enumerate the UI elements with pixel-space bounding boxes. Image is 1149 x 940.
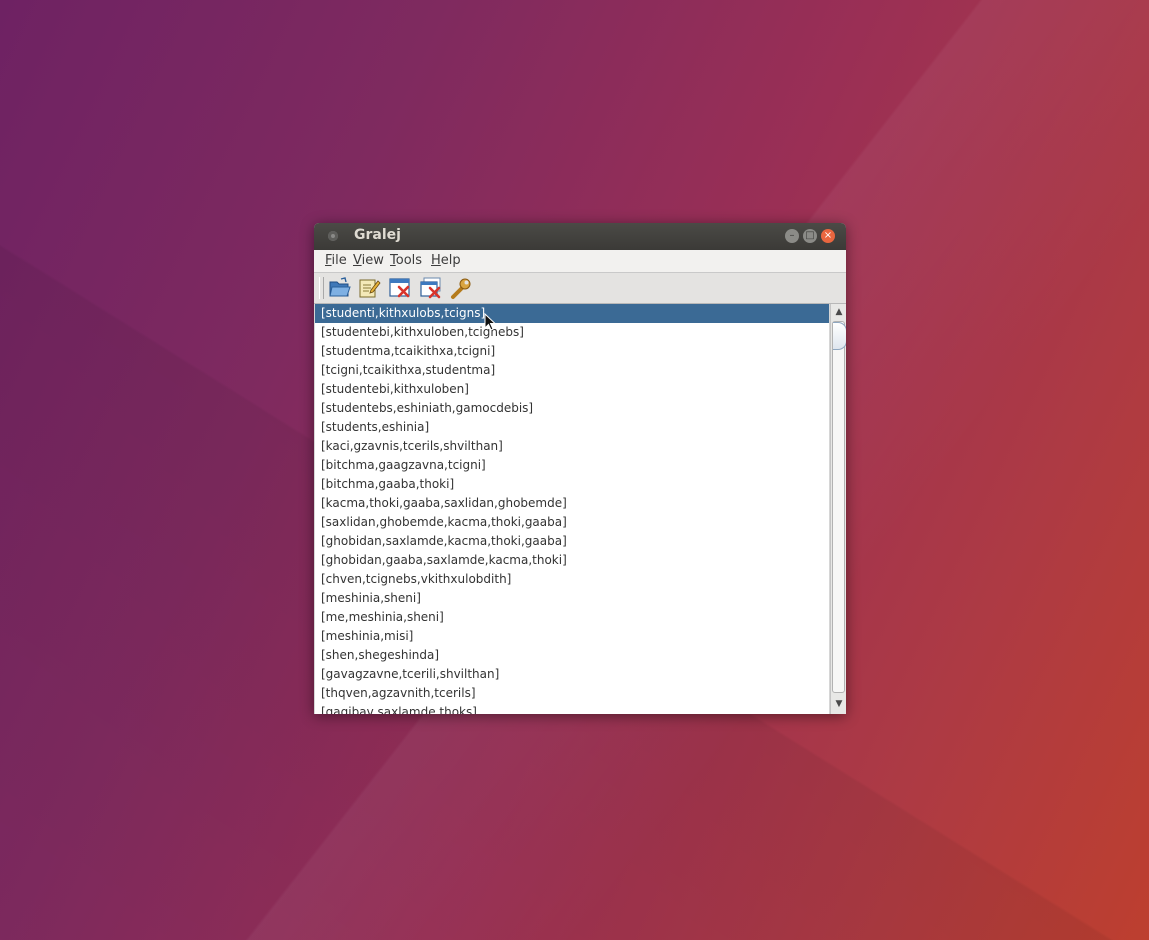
list-item[interactable]: [bitchma,gaagzavna,tcigni] <box>315 456 829 475</box>
list-item[interactable]: [tcigni,tcaikithxa,studentma] <box>315 361 829 380</box>
scroll-thumb[interactable] <box>832 321 846 693</box>
list-item[interactable]: [studentebi,kithxuloben,tcignebs] <box>315 323 829 342</box>
list-item[interactable]: [kaci,gzavnis,tcerils,shvilthan] <box>315 437 829 456</box>
scroll-up-arrow-icon[interactable]: ▲ <box>833 306 845 318</box>
list-item[interactable]: [gavagzavne,tcerili,shvilthan] <box>315 665 829 684</box>
app-icon <box>328 231 338 241</box>
list-item[interactable]: [students,eshinia] <box>315 418 829 437</box>
list-item[interactable]: [meshinia,sheni] <box>315 589 829 608</box>
menu-tools[interactable]: Tools <box>390 253 422 268</box>
sentence-list[interactable]: [studenti,kithxulobs,tcigns] [studentebi,… <box>315 304 829 714</box>
gralej-window: Gralej – □ × File View Tools Help [stude… <box>314 223 846 714</box>
toolbar <box>314 273 846 304</box>
toolbar-grip[interactable] <box>319 277 324 299</box>
menu-help[interactable]: Help <box>431 253 461 268</box>
menu-view[interactable]: View <box>353 253 384 268</box>
list-item[interactable]: [bitchma,gaaba,thoki] <box>315 475 829 494</box>
mouse-pointer-icon <box>484 312 497 331</box>
list-item[interactable]: [thqven,agzavnith,tcerils] <box>315 684 829 703</box>
list-item[interactable]: [chven,tcignebs,vkithxulobdith] <box>315 570 829 589</box>
list-item[interactable]: [studentebi,kithxuloben] <box>315 380 829 399</box>
list-item[interactable]: [me,meshinia,sheni] <box>315 608 829 627</box>
scroll-down-arrow-icon[interactable]: ▼ <box>833 698 845 710</box>
list-item[interactable]: [shen,shegeshinda] <box>315 646 829 665</box>
list-item[interactable]: [studentebs,eshiniath,gamocdebis] <box>315 399 829 418</box>
close-all-icon[interactable] <box>419 276 443 300</box>
list-item[interactable]: [saxlidan,ghobemde,kacma,thoki,gaaba] <box>315 513 829 532</box>
menu-bar: File View Tools Help <box>314 250 846 273</box>
edit-document-icon[interactable] <box>357 276 381 300</box>
maximize-button[interactable]: □ <box>803 229 817 243</box>
list-item[interactable]: [studentma,tcaikithxa,tcigni] <box>315 342 829 361</box>
wrench-settings-icon[interactable] <box>449 276 473 300</box>
window-title: Gralej <box>354 227 401 243</box>
minimize-button[interactable]: – <box>785 229 799 243</box>
close-window-icon[interactable] <box>388 276 412 300</box>
list-item[interactable]: [gagibav,saxlamde,thoks] <box>315 703 829 714</box>
list-item[interactable]: [meshinia,misi] <box>315 627 829 646</box>
list-item[interactable]: [ghobidan,saxlamde,kacma,thoki,gaaba] <box>315 532 829 551</box>
list-item[interactable]: [ghobidan,gaaba,saxlamde,kacma,thoki] <box>315 551 829 570</box>
title-bar[interactable]: Gralej – □ × <box>314 223 846 250</box>
menu-file[interactable]: File <box>325 253 347 268</box>
vertical-scrollbar[interactable]: ▲ ▼ <box>830 304 846 714</box>
open-folder-icon[interactable] <box>328 276 352 300</box>
list-item[interactable]: [studenti,kithxulobs,tcigns] <box>315 304 829 323</box>
scroll-thumb-grip[interactable] <box>833 322 846 350</box>
list-item[interactable]: [kacma,thoki,gaaba,saxlidan,ghobemde] <box>315 494 829 513</box>
close-button[interactable]: × <box>821 229 835 243</box>
